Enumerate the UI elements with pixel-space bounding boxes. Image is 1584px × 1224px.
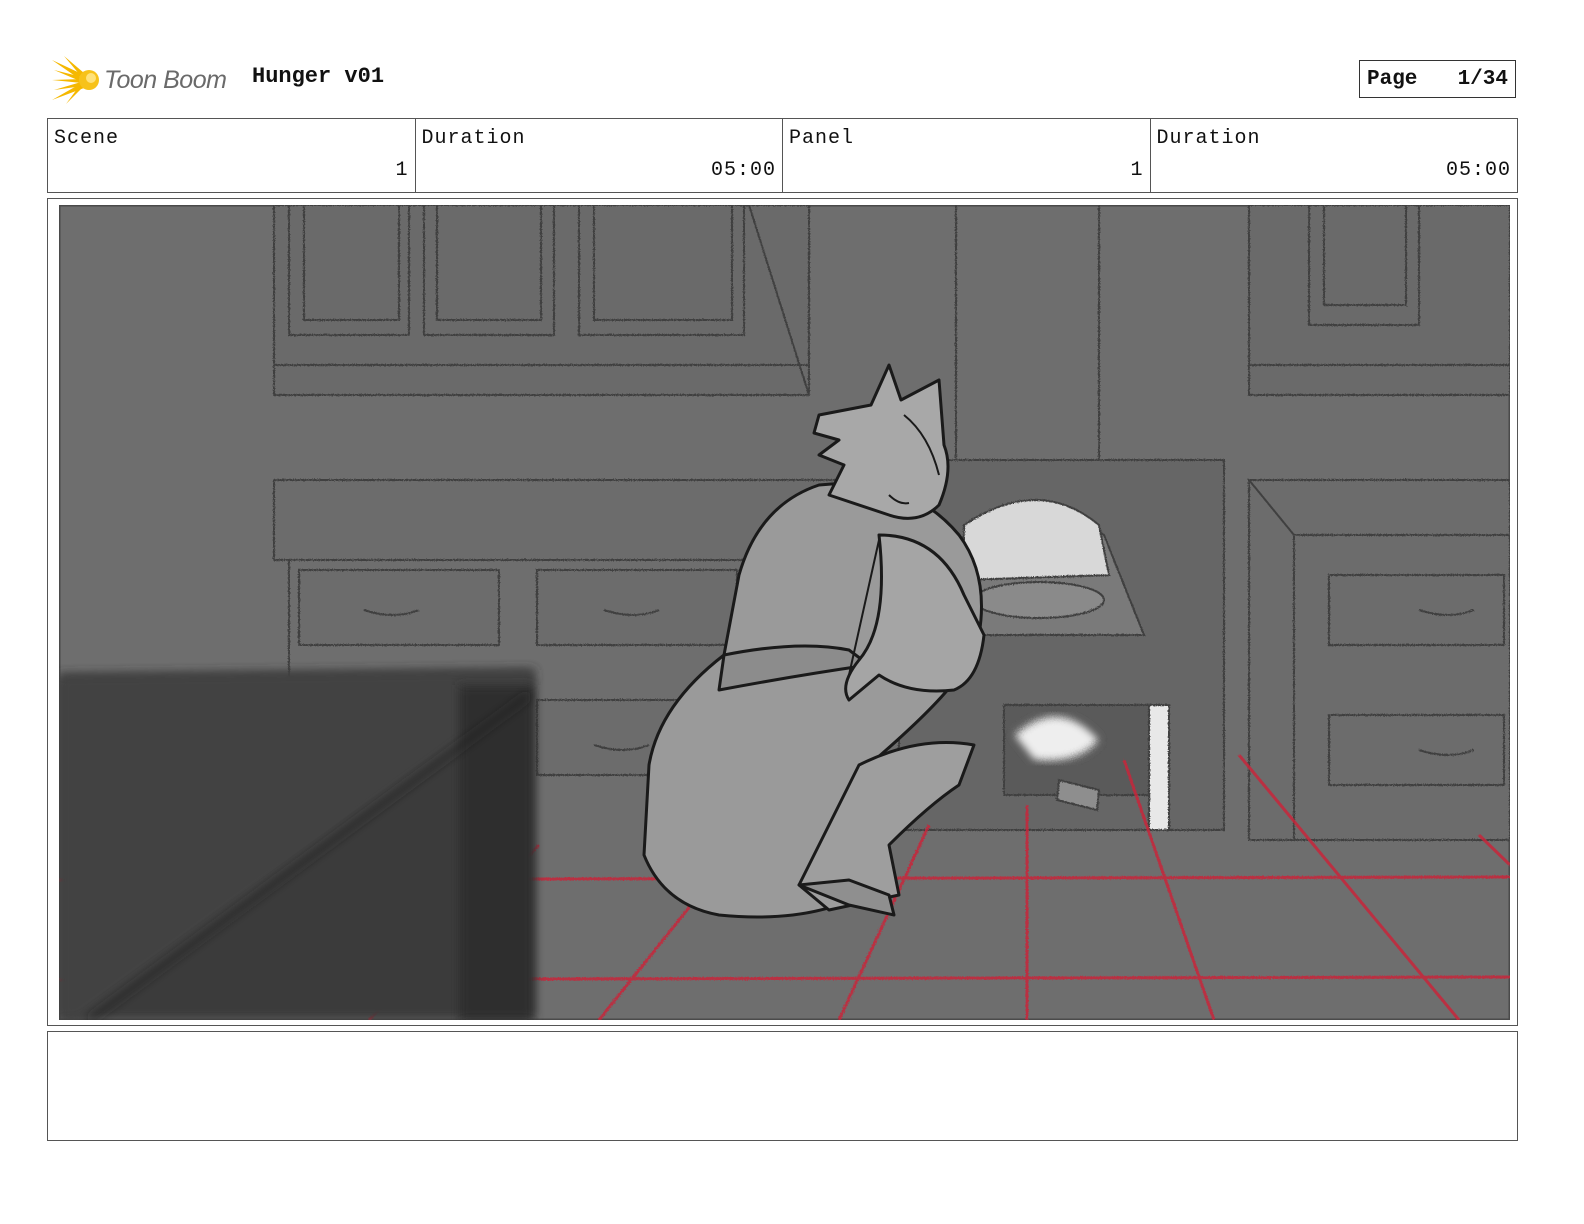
panel-value: 1 <box>1130 159 1144 182</box>
scene-info-table: Scene 1 Duration 05:00 Panel 1 Duration … <box>47 118 1518 193</box>
scene-duration-cell: Duration 05:00 <box>416 119 783 192</box>
scene-cell: Scene 1 <box>48 119 416 192</box>
toon-boom-burst-icon <box>52 56 99 104</box>
scene-label: Scene <box>54 127 120 150</box>
upper-cabinets-right <box>1248 205 1510 396</box>
storyboard-sketch <box>59 205 1510 1020</box>
upper-cabinets-left <box>273 205 810 396</box>
panel-duration-cell: Duration 05:00 <box>1151 119 1518 192</box>
panel-cell: Panel 1 <box>783 119 1151 192</box>
toon-boom-logo: Toon Boom <box>52 56 227 104</box>
panel-notes-box <box>47 1031 1518 1141</box>
panel-duration-label: Duration <box>1156 127 1261 150</box>
page-label: Page <box>1367 67 1418 91</box>
page-number: 1/34 <box>1457 67 1508 91</box>
panel-label: Panel <box>789 127 855 150</box>
panel-duration-value: 05:00 <box>1445 159 1511 182</box>
counter-right <box>1248 479 1510 841</box>
project-title: Hunger v01 <box>252 64 385 89</box>
logo-wordmark: Toon Boom <box>104 65 227 94</box>
scene-duration-value: 05:00 <box>710 159 776 182</box>
page-indicator: Page 1/34 <box>1359 60 1516 98</box>
scene-value: 1 <box>395 159 409 182</box>
storyboard-panel-frame <box>47 198 1518 1026</box>
scene-duration-label: Duration <box>421 127 526 150</box>
foreground-table <box>59 670 534 1020</box>
